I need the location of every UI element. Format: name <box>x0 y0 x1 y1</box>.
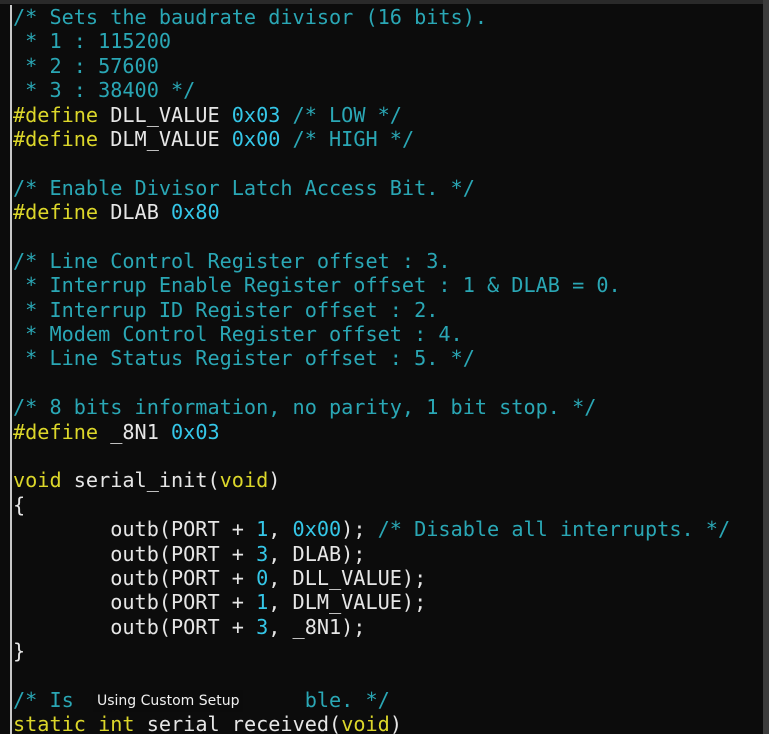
code-token-number: 0 <box>256 565 269 590</box>
code-line[interactable]: #define _8N1 0x03 <box>10 419 730 445</box>
code-line[interactable]: #define DLL_VALUE 0x03 /* LOW */ <box>10 102 730 127</box>
code-token-plain: ); <box>341 517 378 542</box>
code-line[interactable]: ​ <box>10 663 730 688</box>
code-token-number: 1 <box>256 517 269 542</box>
code-line[interactable]: ​ <box>10 444 730 469</box>
code-token-comment: /* Sets the baudrate divisor (16 bits). <box>13 5 488 29</box>
code-token-comment: /* Enable Divisor Latch Access Bit. */ <box>13 175 475 200</box>
code-area[interactable]: /* Sets the baudrate divisor (16 bits). … <box>10 5 730 734</box>
code-token-comment: * Interrup ID Register offset : 2. <box>13 297 439 322</box>
code-token-plain: outb(PORT + <box>13 541 257 566</box>
code-token-plain: , DLL_VALUE); <box>268 565 427 590</box>
code-token-number: 0x03 <box>171 419 220 444</box>
code-line[interactable]: outb(PORT + 1, DLM_VALUE); <box>10 590 730 615</box>
code-line[interactable]: { <box>10 492 730 518</box>
code-token-comment: /* HIGH */ <box>280 126 415 151</box>
code-token-plain: , <box>268 517 293 542</box>
code-line[interactable]: * 1 : 115200 <box>10 29 730 54</box>
code-token-keyword: void <box>341 712 390 734</box>
code-line[interactable]: void serial_init(void) <box>10 468 730 493</box>
code-line[interactable]: * 3 : 38400 */ <box>10 78 730 103</box>
code-token-plain: , DLM_VALUE); <box>268 590 427 615</box>
code-token-comment: * Interrup Enable Register offset : 1 & … <box>13 273 621 298</box>
code-line[interactable]: * Modem Control Register offset : 4. <box>10 322 730 347</box>
code-token-number: 0x80 <box>171 200 220 225</box>
code-token-comment: * 2 : 57600 <box>13 53 159 78</box>
code-token-comment: * Modem Control Register offset : 4. <box>13 322 463 347</box>
code-token-keyword: void <box>13 468 62 493</box>
code-token-keyword: static <box>13 712 86 734</box>
code-token-keyword: #define <box>13 419 99 444</box>
code-token-plain: _8N1 <box>98 419 172 444</box>
code-line[interactable]: outb(PORT + 3, DLAB); <box>10 541 730 566</box>
code-token-comment: /* Line Control Register offset : 3. <box>13 248 451 273</box>
code-line[interactable]: static int serial_received(void) <box>10 712 730 734</box>
code-line[interactable]: * Interrup ID Register offset : 2. <box>10 297 730 323</box>
code-token-keyword: void <box>219 468 269 493</box>
code-token-keyword: #define <box>13 126 99 151</box>
code-token-plain: , DLAB); <box>268 541 366 566</box>
code-line[interactable]: /* 8 bits information, no parity, 1 bit … <box>10 395 730 420</box>
code-token-plain: ) <box>389 712 402 734</box>
code-line[interactable]: /* Sets the baudrate divisor (16 bits). <box>10 5 730 30</box>
code-token-comment: /* LOW */ <box>280 102 402 127</box>
code-line[interactable]: * Line Status Register offset : 5. */ <box>10 346 730 371</box>
code-token-comment: /* Disable all interrupts. */ <box>377 517 731 542</box>
code-token-keyword: #define <box>13 102 99 127</box>
code-line[interactable]: outb(PORT + 0, DLL_VALUE); <box>10 565 730 591</box>
code-token-number: 0x00 <box>292 517 342 542</box>
code-token-plain: outb(PORT + <box>13 590 257 615</box>
code-token-plain: DLAB <box>98 200 172 225</box>
vertical-scrollbar[interactable] <box>763 0 769 734</box>
code-line[interactable]: outb(PORT + 1, 0x00); /* Disable all int… <box>10 517 731 542</box>
code-token-number: 1 <box>256 590 269 615</box>
code-line[interactable]: } <box>10 639 730 664</box>
code-token-plain: serial_received( <box>134 712 342 734</box>
code-token-plain: serial_init( <box>61 468 220 493</box>
code-token-comment: /* Is <box>13 687 86 712</box>
code-token-plain: ) <box>268 468 281 493</box>
code-token-number: 3 <box>256 614 269 639</box>
code-token-plain: { <box>13 492 26 517</box>
code-token-number: 0x00 <box>231 126 281 151</box>
code-token-keyword: int <box>98 712 135 734</box>
code-token-plain: outb(PORT + <box>13 614 257 639</box>
code-editor[interactable]: /* Sets the baudrate divisor (16 bits). … <box>0 0 769 734</box>
code-token-plain: } <box>13 639 26 664</box>
code-token-comment: * Line Status Register offset : 5. */ <box>13 346 475 371</box>
code-line[interactable]: ​ <box>10 224 730 249</box>
setup-status-label: Using Custom Setup <box>93 690 244 712</box>
code-line[interactable]: #define DLAB 0x80 <box>10 200 730 225</box>
code-token-comment: /* 8 bits information, no parity, 1 bit … <box>13 395 597 420</box>
code-token-number: 0x03 <box>231 102 281 127</box>
code-token-plain: outb(PORT + <box>13 517 257 542</box>
window-top-border <box>0 0 769 4</box>
code-line[interactable]: /* Line Control Register offset : 3. <box>10 248 730 274</box>
code-token-plain: , _8N1); <box>268 614 366 639</box>
code-line[interactable]: /* Enable Divisor Latch Access Bit. */ <box>10 175 730 201</box>
code-line[interactable]: * 2 : 57600 <box>10 53 730 79</box>
code-token-number: 3 <box>256 541 269 566</box>
code-token-comment: * 1 : 115200 <box>13 29 172 54</box>
code-line[interactable]: * Interrup Enable Register offset : 1 & … <box>10 273 730 298</box>
code-token-comment: * 3 : 38400 */ <box>13 78 196 103</box>
code-line[interactable]: ​ <box>10 370 730 396</box>
code-line[interactable]: #define DLM_VALUE 0x00 /* HIGH */ <box>10 126 730 152</box>
code-token-comment: ble. */ <box>304 687 390 712</box>
code-line[interactable]: ​ <box>10 151 730 176</box>
code-token-keyword: #define <box>13 200 99 225</box>
code-token-plain: outb(PORT + <box>13 565 257 590</box>
code-token-plain: DLL_VALUE <box>98 102 232 127</box>
code-line[interactable]: outb(PORT + 3, _8N1); <box>10 614 730 640</box>
code-token-plain: DLM_VALUE <box>98 126 232 151</box>
